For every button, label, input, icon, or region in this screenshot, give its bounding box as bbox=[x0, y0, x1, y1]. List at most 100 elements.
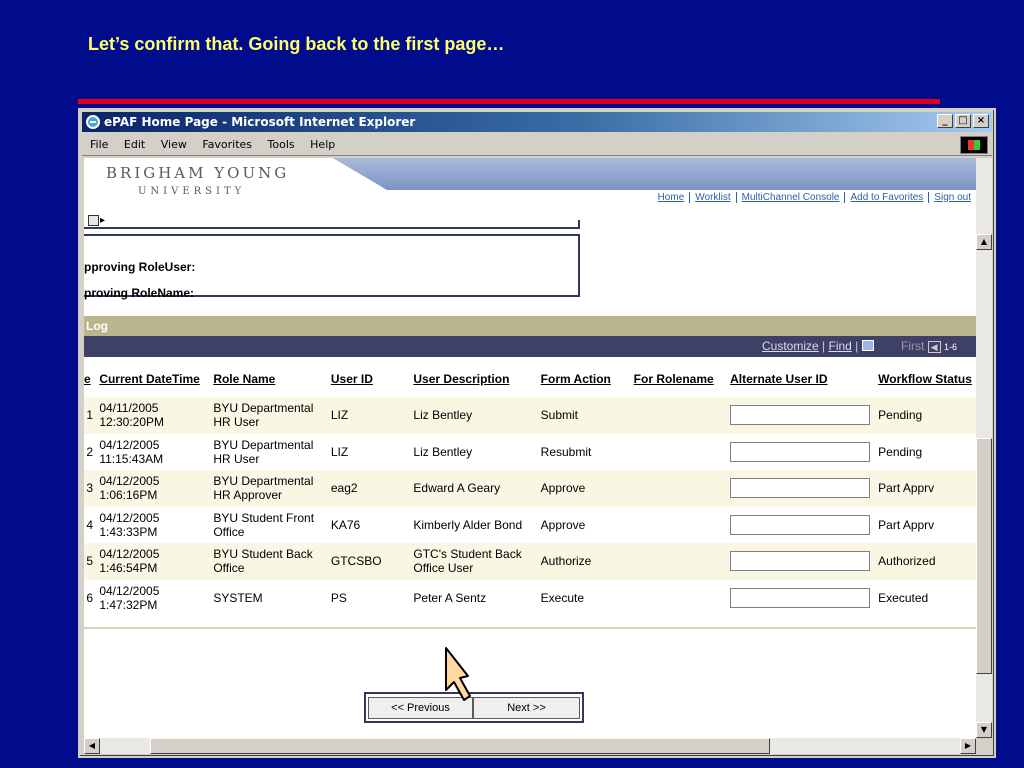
alternate-user-id-input[interactable] bbox=[730, 587, 871, 608]
menu-view[interactable]: View bbox=[161, 138, 187, 151]
cell-datetime: 04/11/2005 12:30:20PM bbox=[95, 397, 210, 434]
col-form-action[interactable]: Form Action bbox=[537, 361, 630, 397]
cell-for-rolename bbox=[629, 506, 727, 543]
horizontal-scrollbar[interactable]: ◀ ▶ bbox=[84, 738, 976, 754]
datetime-time: 1:06:16PM bbox=[99, 488, 158, 503]
col-alternate-user-id[interactable]: Alternate User ID bbox=[726, 361, 874, 397]
role-line1: BYU Student Front bbox=[213, 510, 315, 525]
slide-caption: Let’s confirm that. Going back to the fi… bbox=[88, 34, 505, 54]
prev-arrow-icon[interactable]: ◀ bbox=[927, 341, 941, 353]
nav-multichannel-console[interactable]: MultiChannel Console bbox=[735, 191, 845, 203]
cell-form-action: Submit bbox=[536, 397, 630, 434]
table-row: 2 04/12/2005 11:15:43AM BYU Departmental HR … bbox=[84, 433, 976, 470]
col-current-datetime[interactable]: Current DateTime bbox=[95, 361, 209, 397]
nav-add-to-favorites[interactable]: Add to Favorites bbox=[844, 191, 928, 203]
browser-window: ePAF Home Page - Microsoft Internet Expl… bbox=[78, 108, 996, 758]
ie-icon bbox=[86, 115, 100, 129]
row-number: 6 bbox=[84, 579, 96, 616]
col-seq[interactable]: e bbox=[84, 361, 95, 397]
scroll-right-icon[interactable]: ▶ bbox=[960, 738, 976, 754]
desc-line1: Liz Bentley bbox=[413, 444, 473, 459]
cell-role-name: BYU Departmental HR User bbox=[209, 397, 327, 434]
scroll-up-icon[interactable]: ▲ bbox=[976, 234, 992, 250]
cell-user-id: eag2 bbox=[326, 470, 410, 507]
nav-worklist[interactable]: Worklist bbox=[689, 191, 735, 203]
col-user-description[interactable]: User Description bbox=[409, 361, 536, 397]
first-label: First bbox=[900, 339, 925, 353]
vertical-scroll-thumb[interactable] bbox=[976, 438, 992, 674]
row-number: 2 bbox=[84, 433, 96, 470]
role-line1: BYU Departmental bbox=[213, 437, 314, 452]
cell-workflow-status: Part Apprv bbox=[874, 506, 976, 543]
col-role-name[interactable]: Role Name bbox=[209, 361, 327, 397]
horizontal-scroll-thumb[interactable] bbox=[150, 738, 770, 754]
row-number: 3 bbox=[84, 470, 96, 507]
desc-line1: Liz Bentley bbox=[413, 408, 473, 423]
cell-role-name: BYU Student Back Office bbox=[209, 543, 327, 580]
datetime-date: 04/12/2005 bbox=[99, 510, 160, 525]
desc-line1: Kimberly Alder Bond bbox=[413, 517, 523, 532]
datetime-date: 04/12/2005 bbox=[99, 583, 160, 598]
window-title: ePAF Home Page - Microsoft Internet Expl… bbox=[104, 115, 416, 129]
menu-edit[interactable]: Edit bbox=[124, 138, 145, 151]
next-button[interactable]: Next >> bbox=[473, 697, 580, 719]
row-number: 4 bbox=[84, 506, 96, 543]
alternate-user-id-input[interactable] bbox=[730, 478, 871, 499]
col-for-rolename[interactable]: For Rolename bbox=[630, 361, 726, 397]
col-workflow-status[interactable]: Workflow Status bbox=[874, 361, 976, 397]
datetime-date: 04/11/2005 bbox=[99, 401, 159, 416]
row-number: 1 bbox=[84, 397, 96, 434]
customize-link[interactable]: Customize bbox=[762, 339, 819, 353]
menu-help[interactable]: Help bbox=[310, 138, 335, 151]
top-nav: Home Worklist MultiChannel Console Add t… bbox=[653, 190, 976, 204]
cell-role-name: SYSTEM bbox=[209, 579, 327, 616]
cell-user-description: Peter A Sentz bbox=[409, 579, 537, 616]
table-row: 6 04/12/2005 1:47:32PM SYSTEM PS Peter A Sent… bbox=[84, 579, 976, 616]
cell-user-description: GTC's Student Back Office User bbox=[409, 543, 537, 580]
datetime-date: 04/12/2005 bbox=[99, 437, 160, 452]
table-bottom-divider bbox=[84, 627, 976, 629]
minimize-button[interactable]: _ bbox=[937, 114, 953, 128]
cell-for-rolename bbox=[629, 470, 727, 507]
role-line2: HR Approver bbox=[213, 488, 283, 503]
cell-role-name: BYU Student Front Office bbox=[209, 506, 327, 543]
close-button[interactable]: × bbox=[973, 114, 989, 128]
role-line2: Office bbox=[213, 524, 245, 539]
menu-file[interactable]: File bbox=[90, 138, 108, 151]
role-line1: SYSTEM bbox=[213, 590, 263, 605]
scroll-left-icon[interactable]: ◀ bbox=[84, 738, 100, 754]
row-number: 5 bbox=[84, 543, 96, 580]
nav-home[interactable]: Home bbox=[653, 192, 690, 203]
role-line1: BYU Departmental bbox=[213, 474, 314, 489]
desc-line1: GTC's Student Back bbox=[413, 547, 522, 562]
cell-alternate-user-id bbox=[726, 579, 875, 616]
cell-workflow-status: Pending bbox=[874, 433, 976, 470]
maximize-button[interactable]: □ bbox=[955, 114, 971, 128]
vertical-scrollbar[interactable]: ▲ ▼ bbox=[976, 158, 992, 738]
menu-tools[interactable]: Tools bbox=[268, 138, 295, 151]
menu-favorites[interactable]: Favorites bbox=[202, 138, 252, 151]
datetime-time: 11:15:43AM bbox=[99, 451, 164, 466]
workflow-log-table: e Current DateTime Role Name User ID Use… bbox=[84, 361, 976, 616]
cell-user-id: PS bbox=[326, 579, 410, 616]
alternate-user-id-input[interactable] bbox=[730, 551, 871, 572]
alternate-user-id-input[interactable] bbox=[730, 405, 871, 426]
cell-user-description: Liz Bentley bbox=[409, 397, 537, 434]
scroll-down-icon[interactable]: ▼ bbox=[976, 722, 992, 738]
alternate-user-id-input[interactable] bbox=[730, 441, 871, 462]
log-section-header: Log bbox=[84, 316, 976, 336]
cell-alternate-user-id bbox=[726, 470, 875, 507]
cell-user-id: LIZ bbox=[326, 433, 410, 470]
cell-for-rolename bbox=[629, 433, 727, 470]
byu-header: BRIGHAM YOUNG UNIVERSITY Home Worklist M… bbox=[84, 158, 976, 213]
grid-navigation-bar: Customize | Find | First ◀ 1-6 bbox=[84, 336, 976, 357]
alternate-user-id-input[interactable] bbox=[730, 514, 871, 535]
cell-workflow-status: Executed bbox=[874, 579, 976, 616]
cell-workflow-status: Part Apprv bbox=[874, 470, 976, 507]
download-icon[interactable] bbox=[861, 340, 874, 351]
nav-sign-out[interactable]: Sign out bbox=[928, 191, 976, 203]
col-user-id[interactable]: User ID bbox=[327, 361, 410, 397]
datetime-time: 1:47:32PM bbox=[99, 597, 158, 612]
section-box-top bbox=[84, 220, 580, 229]
find-link[interactable]: Find bbox=[828, 339, 851, 353]
